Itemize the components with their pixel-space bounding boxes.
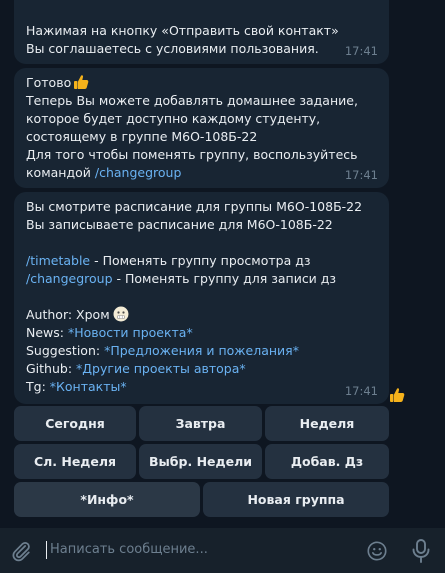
keyboard-button-tomorrow[interactable]: Завтра [139, 406, 262, 441]
author-label: Author: Хром [26, 307, 110, 322]
smile-icon[interactable] [366, 540, 388, 562]
suggestion-label: Suggestion: [26, 343, 105, 358]
message-text: - Поменять группу для записи дз [112, 271, 337, 286]
changegroup-command-link[interactable]: /changegroup [26, 271, 113, 286]
tg-link[interactable]: *Контакты* [50, 379, 127, 394]
message-line: командой /changegroup [26, 164, 377, 182]
text-caret [46, 541, 47, 559]
news-link[interactable]: *Новости проекта* [68, 325, 193, 340]
keyboard-button-select-weeks[interactable]: Выбр. Недели [139, 444, 262, 479]
message-line: которое будет доступно каждому студенту, [26, 111, 321, 126]
tg-label: Tg: [26, 379, 50, 394]
github-label: Github: [26, 361, 77, 376]
message-title: Готово [26, 75, 72, 90]
message-line: /timetable - Поменять группу просмотра д… [26, 252, 377, 270]
message-line: Вы смотрите расписание для группы М6О-10… [26, 199, 363, 214]
ghost-face-icon [113, 306, 129, 322]
message-line: Author: Хром [26, 306, 377, 324]
message-line: /changegroup - Поменять группу для запис… [26, 270, 377, 288]
message-line: Для того чтобы поменять группу, воспольз… [26, 147, 358, 162]
message-time: 17:41 [344, 384, 378, 398]
message-bubble-done: Готово Теперь Вы можете добавлять домашн… [14, 68, 389, 188]
message-text: командой [26, 165, 95, 180]
microphone-icon[interactable] [410, 538, 432, 564]
chat-area: Нажимая на кнопку «Отправить свой контак… [0, 0, 445, 528]
message-time: 17:41 [344, 44, 378, 58]
message-line: Вы соглашаетесь с условиями пользования. [26, 41, 319, 56]
thumbs-up-icon[interactable] [389, 387, 405, 403]
message-line: Теперь Вы можете добавлять домашнее зада… [26, 93, 358, 108]
keyboard-button-today[interactable]: Сегодня [14, 406, 136, 441]
message-input[interactable]: Написать сообщение... [50, 541, 208, 559]
thumbs-up-icon [74, 75, 89, 89]
message-bubble-info: Вы смотрите расписание для группы М6О-10… [14, 192, 389, 404]
message-bubble-consent: Нажимая на кнопку «Отправить свой контак… [14, 0, 389, 64]
news-label: News: [26, 325, 68, 340]
changegroup-command-link[interactable]: /changegroup [95, 165, 182, 180]
timetable-command-link[interactable]: /timetable [26, 253, 90, 268]
github-link[interactable]: *Другие проекты автора* [76, 361, 246, 376]
keyboard-button-next-week[interactable]: Сл. Неделя [14, 444, 136, 479]
message-title-line: Готово [26, 74, 377, 92]
message-time: 17:41 [344, 168, 378, 182]
keyboard-button-info[interactable]: *Инфо* [14, 482, 200, 517]
message-line: Вы записываете расписание для М6О-108Б-2… [26, 217, 333, 232]
message-line: Tg: *Контакты* [26, 378, 377, 396]
suggestion-link[interactable]: *Предложения и пожелания* [104, 343, 299, 358]
message-text: - Поменять группу просмотра дз [90, 253, 311, 268]
message-line: News: *Новости проекта* [26, 324, 377, 342]
keyboard-button-new-group[interactable]: Новая группа [203, 482, 389, 517]
message-line: Нажимая на кнопку «Отправить свой контак… [26, 23, 339, 38]
paperclip-icon[interactable] [10, 540, 32, 562]
message-line: Suggestion: *Предложения и пожелания* [26, 342, 377, 360]
message-line: состоящему в группе М6О-108Б-22 [26, 129, 258, 144]
message-line: Github: *Другие проекты автора* [26, 360, 377, 378]
keyboard-button-add-homework[interactable]: Добав. Дз [265, 444, 389, 479]
keyboard-button-week[interactable]: Неделя [265, 406, 389, 441]
